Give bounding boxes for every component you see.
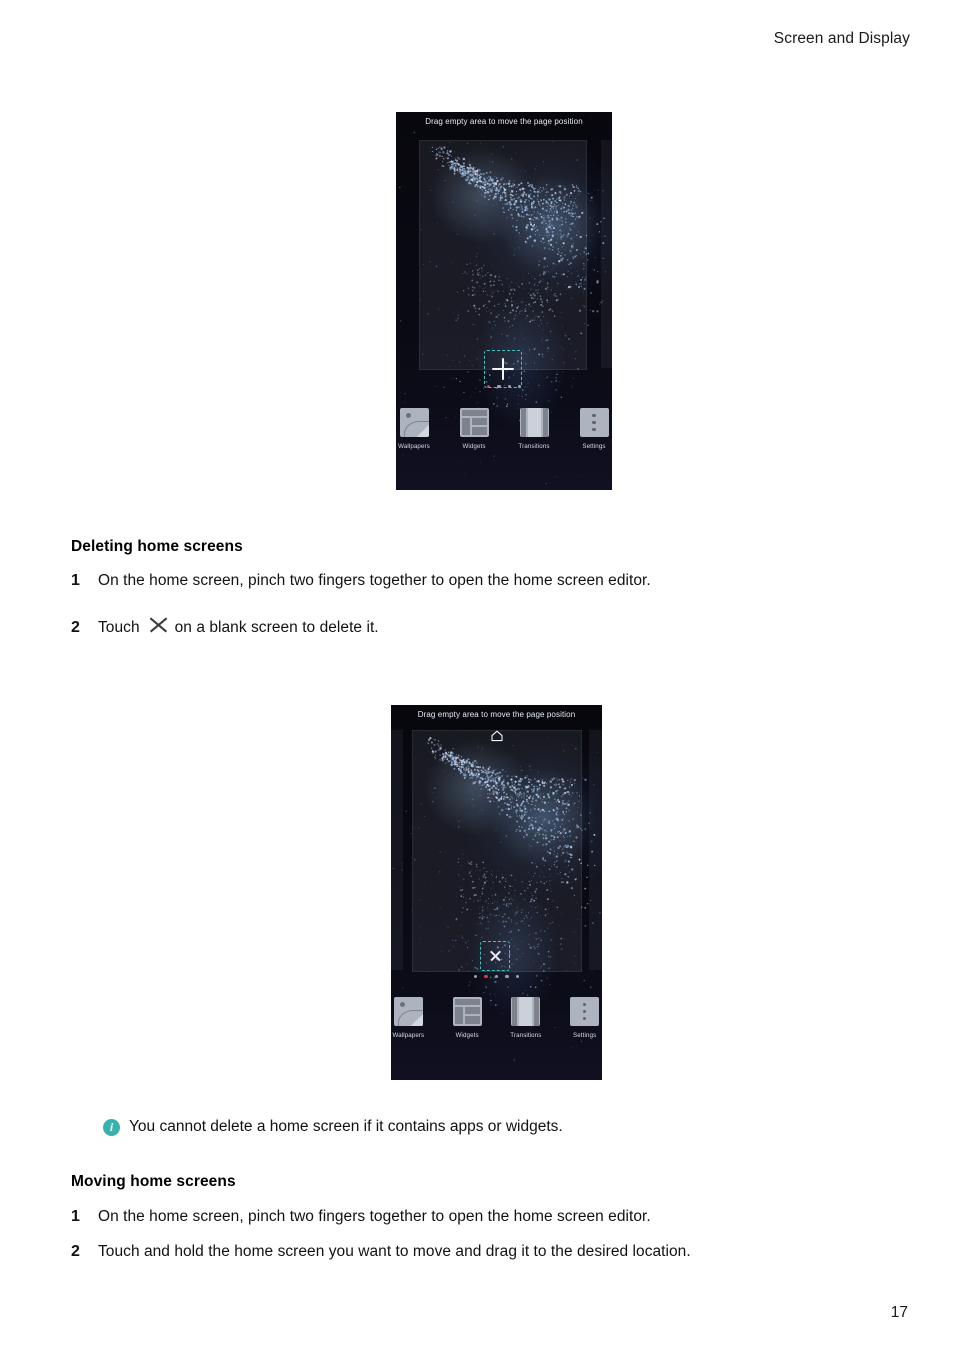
settings-icon [579, 408, 609, 437]
close-icon [489, 950, 502, 963]
adjacent-screen-preview[interactable] [601, 140, 612, 368]
delete-home-screen-button[interactable] [480, 941, 510, 971]
toolbar-item-label: Transitions [518, 443, 550, 450]
settings-icon [570, 997, 600, 1026]
step-text-suffix: on a blank screen to delete it. [174, 619, 379, 636]
step-text: On the home screen, pinch two fingers to… [98, 572, 651, 589]
info-icon: i [103, 1118, 120, 1136]
card-particles [420, 141, 586, 368]
editor-toolbar: Wallpapers Widgets Transitions Settings [391, 997, 602, 1039]
page-header-title: Screen and Display [773, 30, 910, 47]
info-note-text: You cannot delete a home screen if it co… [129, 1118, 563, 1135]
heading-moving-home-screens: Moving home screens [71, 1173, 236, 1190]
toolbar-item-label: Widgets [455, 1032, 479, 1039]
toolbar-item-widgets[interactable]: Widgets [450, 997, 485, 1039]
drag-hint-text: Drag empty area to move the page positio… [425, 117, 583, 126]
toolbar-item-label: Transitions [510, 1032, 542, 1039]
card-particles [413, 731, 581, 971]
step-text: Touch and hold the home screen you want … [98, 1243, 691, 1260]
widgets-icon [459, 408, 489, 437]
step-text-prefix: Touch [98, 619, 140, 636]
step-moving-1: 1 On the home screen, pinch two fingers … [71, 1208, 651, 1226]
step-number: 1 [71, 572, 80, 589]
home-screen-preview-card[interactable] [419, 140, 587, 370]
page-indicator-dots [391, 975, 602, 979]
toolbar-item-widgets[interactable]: Widgets [456, 408, 492, 450]
figure-add-home-screen: Drag empty area to move the page positio… [396, 112, 612, 490]
editor-toolbar: Wallpapers Widgets Transitions Settings [396, 408, 612, 450]
info-note: i You cannot delete a home screen if it … [103, 1118, 563, 1136]
transitions-icon [519, 408, 549, 437]
close-icon [148, 616, 170, 632]
toolbar-item-wallpapers[interactable]: Wallpapers [396, 408, 432, 450]
page-dot[interactable] [505, 975, 509, 979]
wallpapers-icon [393, 997, 423, 1026]
adjacent-screen-preview[interactable] [589, 730, 602, 970]
page-number: 17 [890, 1304, 908, 1321]
add-home-screen-button[interactable] [484, 350, 522, 388]
step-deleting-1: 1 On the home screen, pinch two fingers … [71, 572, 651, 590]
toolbar-item-transitions[interactable]: Transitions [509, 997, 544, 1039]
toolbar-item-label: Wallpapers [392, 1032, 425, 1039]
heading-deleting-home-screens: Deleting home screens [71, 538, 243, 555]
page-dot[interactable] [494, 975, 499, 979]
step-number: 1 [71, 1208, 80, 1225]
plus-icon [492, 358, 514, 380]
toolbar-item-label: Wallpapers [398, 443, 430, 450]
toolbar-item-settings[interactable]: Settings [576, 408, 612, 450]
transitions-icon [511, 997, 541, 1026]
home-screen-preview-card[interactable] [412, 730, 582, 972]
step-deleting-2: 2 Touch on a blank screen to delete it. [71, 616, 379, 637]
toolbar-item-settings[interactable]: Settings [567, 997, 602, 1039]
step-number: 2 [71, 1243, 80, 1260]
home-icon[interactable] [490, 729, 504, 743]
step-text: On the home screen, pinch two fingers to… [98, 1208, 651, 1225]
adjacent-screen-preview-left[interactable] [391, 730, 403, 970]
toolbar-item-label: Widgets [462, 443, 486, 450]
drag-hint-text: Drag empty area to move the page positio… [417, 710, 576, 719]
widgets-icon [452, 997, 482, 1026]
toolbar-item-label: Settings [582, 443, 606, 450]
page-dot[interactable] [474, 975, 478, 979]
figure-delete-home-screen: Drag empty area to move the page positio… [391, 705, 602, 1080]
toolbar-item-wallpapers[interactable]: Wallpapers [391, 997, 426, 1039]
step-number: 2 [71, 619, 80, 636]
wallpapers-icon [399, 408, 429, 437]
toolbar-item-transitions[interactable]: Transitions [516, 408, 552, 450]
page-dot-active[interactable] [484, 975, 488, 979]
step-moving-2: 2 Touch and hold the home screen you wan… [71, 1243, 691, 1261]
toolbar-item-label: Settings [573, 1032, 597, 1039]
page-dot[interactable] [515, 975, 519, 979]
